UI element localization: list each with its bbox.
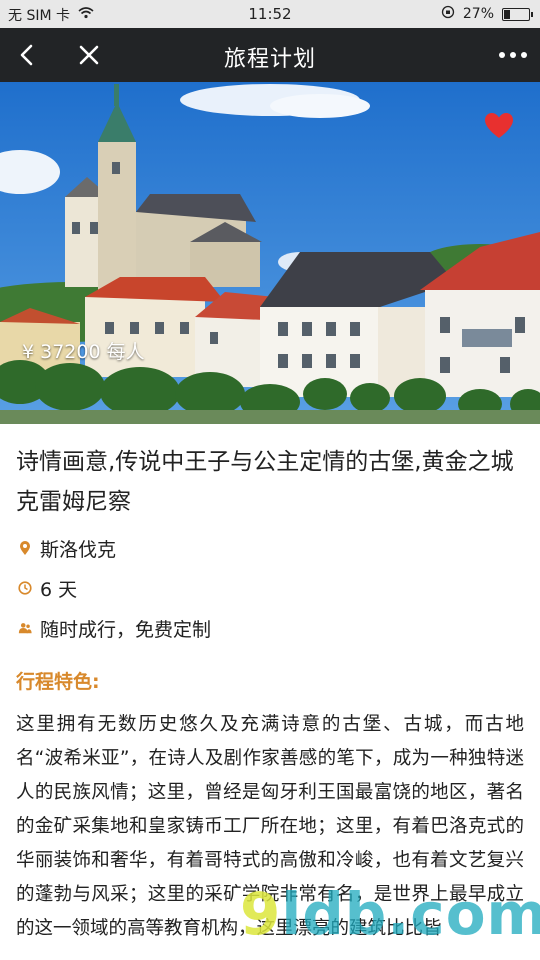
clock-icon: [18, 580, 32, 596]
trip-content: 诗情画意,传说中王子与公主定情的古堡,黄金之城克雷姆尼察 斯洛伐克 6 天 随时…: [0, 424, 540, 946]
more-dots-icon: [499, 52, 527, 58]
hero-image: ¥ 37200 每人: [0, 82, 540, 424]
nav-bar: 旅程计划: [0, 28, 540, 82]
castle-photo: [0, 82, 540, 424]
orientation-lock-icon: [441, 5, 455, 23]
page-title: 旅程计划: [223, 47, 316, 72]
location-label: 斯洛伐克: [40, 538, 117, 561]
duration-row: 6 天: [18, 568, 540, 608]
price-tag: ¥ 37200 每人: [22, 341, 145, 363]
battery-fill: [504, 9, 510, 19]
travel-mode-label: 随时成行，免费定制: [40, 618, 212, 641]
people-icon: [18, 620, 32, 636]
watermark-logo: 9ldb.com: [240, 880, 540, 948]
location-row: 斯洛伐克: [18, 528, 540, 568]
travel-mode-row: 随时成行，免费定制: [18, 608, 540, 648]
status-right: 27%: [441, 5, 533, 23]
heart-icon: [485, 113, 513, 138]
features-heading: 行程特色:: [16, 671, 100, 693]
status-bar: 无 SIM 卡 11:52 27%: [0, 0, 540, 28]
trip-title: 诗情画意,传说中王子与公主定情的古堡,黄金之城克雷姆尼察: [16, 449, 514, 515]
location-pin-icon: [18, 540, 32, 556]
more-button[interactable]: [496, 38, 530, 72]
battery-icon: [502, 7, 533, 21]
duration-label: 6 天: [40, 578, 78, 601]
battery-percent: 27%: [462, 6, 494, 22]
